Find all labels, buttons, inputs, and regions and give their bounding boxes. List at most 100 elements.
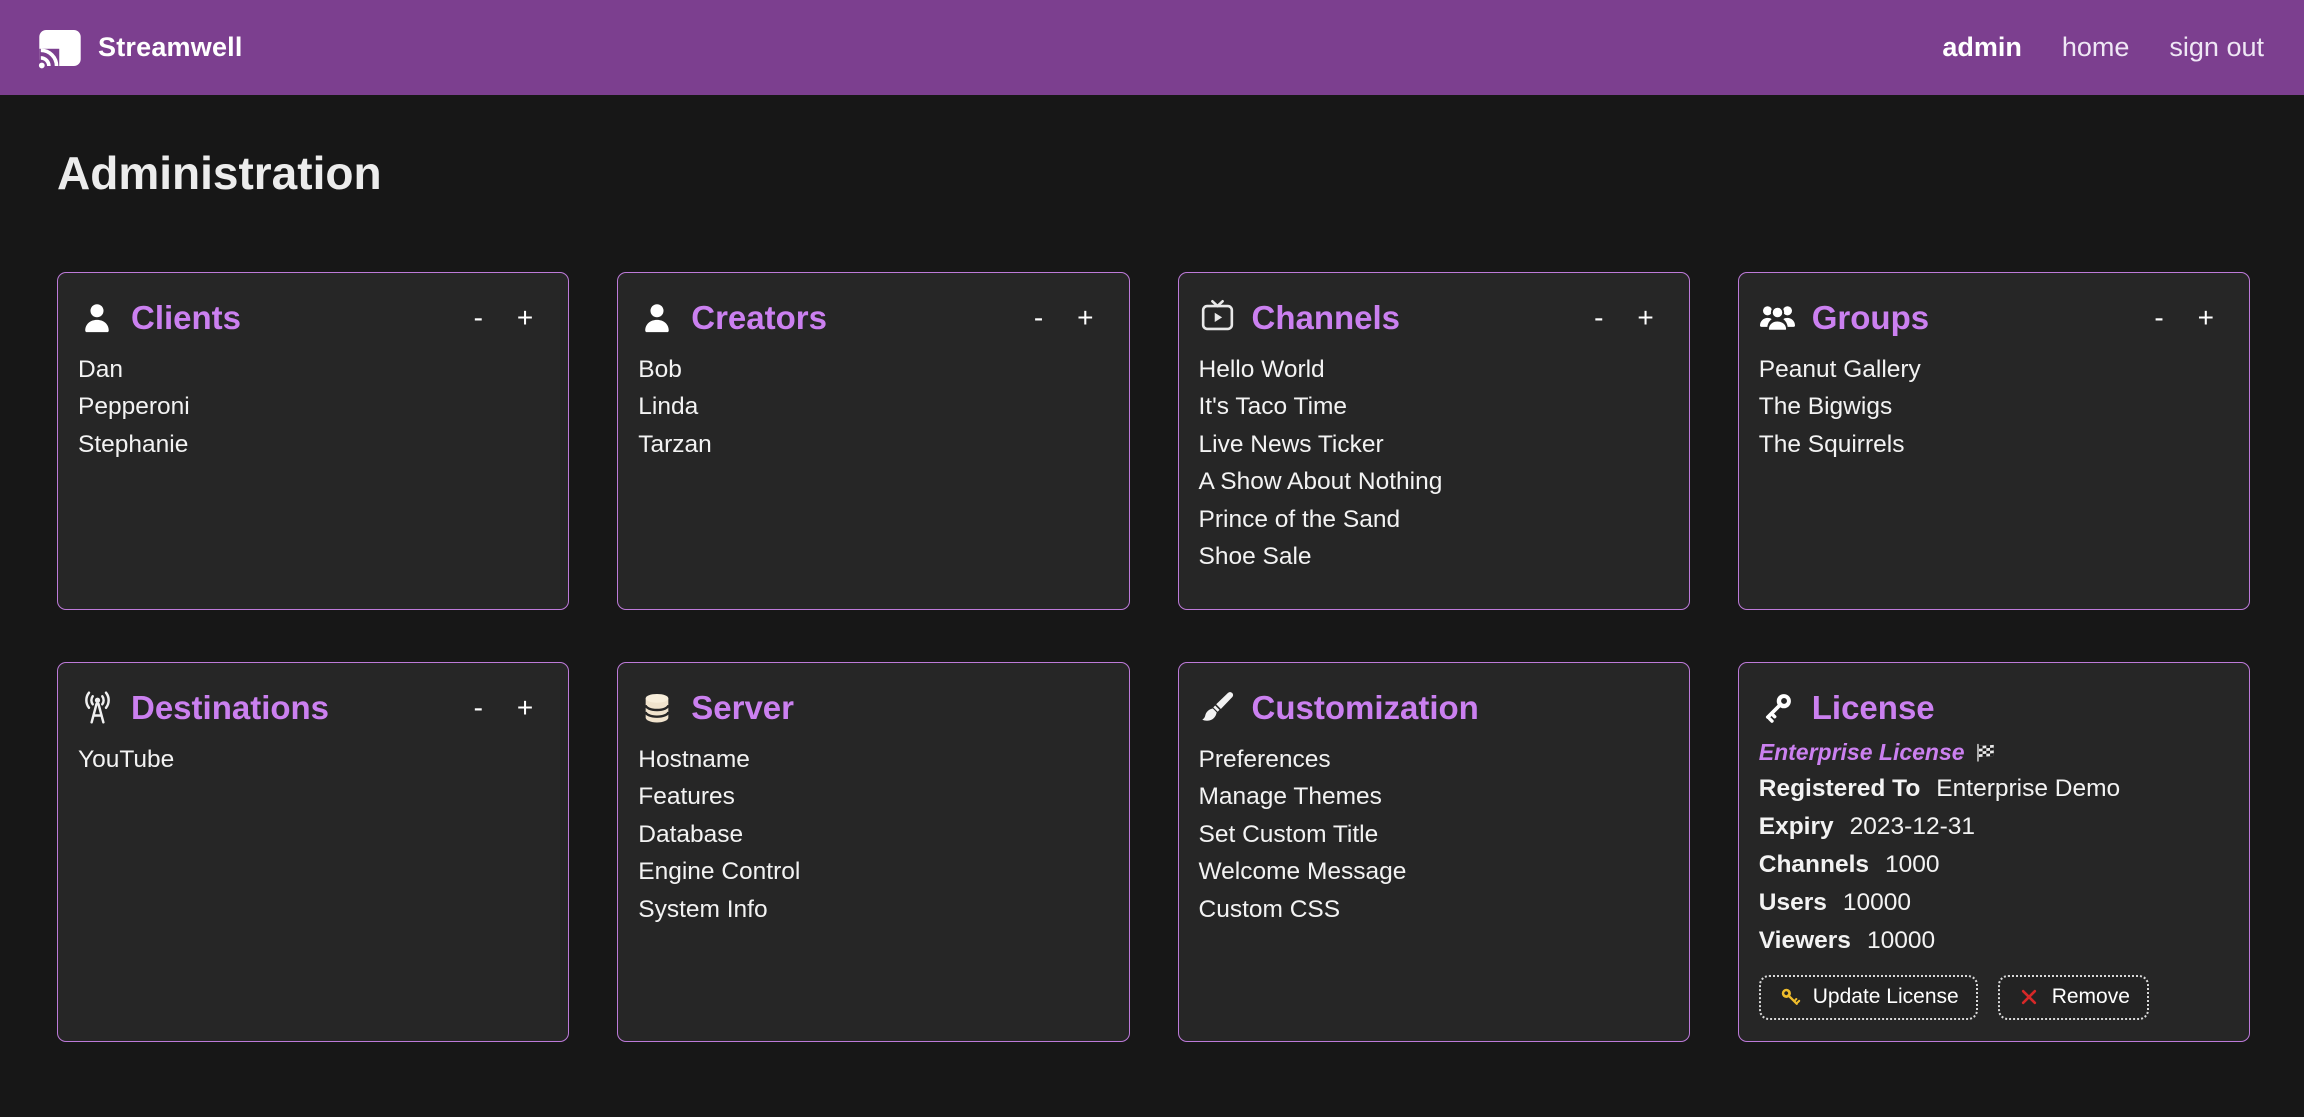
list-item[interactable]: YouTube [78,741,540,779]
creators-title: Creators [691,299,827,337]
list-item[interactable]: Hostname [638,741,1100,779]
destinations-title: Destinations [131,689,329,727]
clients-title: Clients [131,299,241,337]
list-item[interactable]: Engine Control [638,853,1100,891]
gold-key-icon [1778,985,1803,1010]
card-groups: Groups-+Peanut GalleryThe BigwigsThe Squ… [1738,272,2250,610]
license-field-label: Users [1759,889,1827,916]
list-item[interactable]: Preferences [1199,741,1661,779]
clients-controls: -+ [471,304,541,332]
creators-controls: -+ [1031,304,1101,332]
channels-title: Channels [1252,299,1401,337]
list-item[interactable]: Stephanie [78,426,540,464]
clients-remove-button[interactable]: - [471,304,486,332]
destinations-remove-button[interactable]: - [471,694,486,722]
channels-item-list: Hello WorldIt's Taco TimeLive News Ticke… [1199,351,1661,576]
license-type-label: Enterprise License [1759,739,1965,766]
broadcast-tower-icon [78,689,116,727]
card-header-creators: Creators -+ [638,299,1100,337]
creators-remove-button[interactable]: - [1031,304,1046,332]
card-header-clients: Clients -+ [78,299,540,337]
user-icon [638,299,676,337]
card-destinations: Destinations -+ YouTube [57,662,569,1042]
paintbrush-icon [1199,689,1237,727]
list-item[interactable]: System Info [638,891,1100,929]
card-channels: Channels -+ Hello WorldIt's Taco TimeLive … [1178,272,1690,610]
license-type-badge: Enterprise License [1759,739,2221,766]
brand-name: Streamwell [98,32,243,63]
license-field-users: Users 10000 [1759,884,2221,922]
database-icon [638,689,676,727]
card-header-groups: Groups-+ [1759,299,2221,337]
list-item[interactable]: Shoe Sale [1199,538,1661,576]
list-item[interactable]: Welcome Message [1199,853,1661,891]
creators-add-button[interactable]: + [1074,304,1096,332]
card-customization: Customization PreferencesManage ThemesSet… [1178,662,1690,1042]
groups-remove-button[interactable]: - [2151,304,2166,332]
list-item[interactable]: Custom CSS [1199,891,1661,929]
cast-icon [37,25,83,71]
list-item[interactable]: Peanut Gallery [1759,351,2221,389]
license-field-value: 1000 [1885,851,1940,878]
list-item[interactable]: Set Custom Title [1199,816,1661,854]
list-item[interactable]: Dan [78,351,540,389]
license-field-label: Channels [1759,851,1869,878]
groups-item-list: Peanut GalleryThe BigwigsThe Squirrels [1759,351,2221,464]
card-server: Server HostnameFeaturesDatabaseEngine Con… [617,662,1129,1042]
license-title: License [1812,689,1935,727]
page-title: Administration [57,149,2247,199]
license-field-value: Enterprise Demo [1936,775,2120,802]
checkered-flag-icon [1974,741,1997,764]
list-item[interactable]: It's Taco Time [1199,388,1661,426]
clients-add-button[interactable]: + [514,304,536,332]
server-title: Server [691,689,794,727]
groups-add-button[interactable]: + [2195,304,2217,332]
card-license: LicenseEnterprise LicenseRegistered ToEn… [1738,662,2250,1042]
license-field-label: Expiry [1759,813,1834,840]
license-field-value: 10000 [1843,889,1911,916]
list-item[interactable]: Linda [638,388,1100,426]
license-field-value: 10000 [1867,927,1935,954]
license-field-channels: Channels 1000 [1759,846,2221,884]
list-item[interactable]: Tarzan [638,426,1100,464]
nav-item-admin[interactable]: admin [1942,32,2022,63]
update-license-button[interactable]: Update License [1759,975,1978,1020]
clients-item-list: DanPepperoniStephanie [78,351,540,464]
customization-item-list: PreferencesManage ThemesSet Custom Title… [1199,741,1661,929]
card-header-customization: Customization [1199,689,1661,727]
groups-controls: -+ [2151,304,2221,332]
list-item[interactable]: Prince of the Sand [1199,501,1661,539]
list-item[interactable]: The Squirrels [1759,426,2221,464]
channels-remove-button[interactable]: - [1591,304,1606,332]
channels-add-button[interactable]: + [1634,304,1656,332]
list-item[interactable]: Database [638,816,1100,854]
list-item[interactable]: Pepperoni [78,388,540,426]
card-creators: Creators -+ BobLindaTarzan [617,272,1129,610]
creators-item-list: BobLindaTarzan [638,351,1100,464]
destinations-add-button[interactable]: + [514,694,536,722]
license-field-expiry: Expiry 2023-12-31 [1759,808,2221,846]
card-header-destinations: Destinations -+ [78,689,540,727]
list-item[interactable]: Manage Themes [1199,778,1661,816]
list-item[interactable]: Hello World [1199,351,1661,389]
top-nav-links: admin home sign out [1942,32,2264,63]
list-item[interactable]: Bob [638,351,1100,389]
list-item[interactable]: The Bigwigs [1759,388,2221,426]
top-nav-bar: Streamwell admin home sign out [0,0,2304,95]
channels-controls: -+ [1591,304,1661,332]
key-icon [1759,689,1797,727]
nav-item-home[interactable]: home [2062,32,2130,63]
destinations-item-list: YouTube [78,741,540,779]
brand-link[interactable]: Streamwell [37,25,243,71]
user-icon [78,299,116,337]
list-item[interactable]: Features [638,778,1100,816]
remove-license-button[interactable]: Remove [1998,975,2149,1020]
remove-license-button-label: Remove [2052,985,2130,1009]
card-clients: Clients -+ DanPepperoniStephanie [57,272,569,610]
nav-item-sign-out[interactable]: sign out [2169,32,2264,63]
server-item-list: HostnameFeaturesDatabaseEngine ControlSy… [638,741,1100,929]
red-x-icon [2017,985,2042,1010]
license-field-value: 2023-12-31 [1850,813,1975,840]
list-item[interactable]: A Show About Nothing [1199,463,1661,501]
list-item[interactable]: Live News Ticker [1199,426,1661,464]
